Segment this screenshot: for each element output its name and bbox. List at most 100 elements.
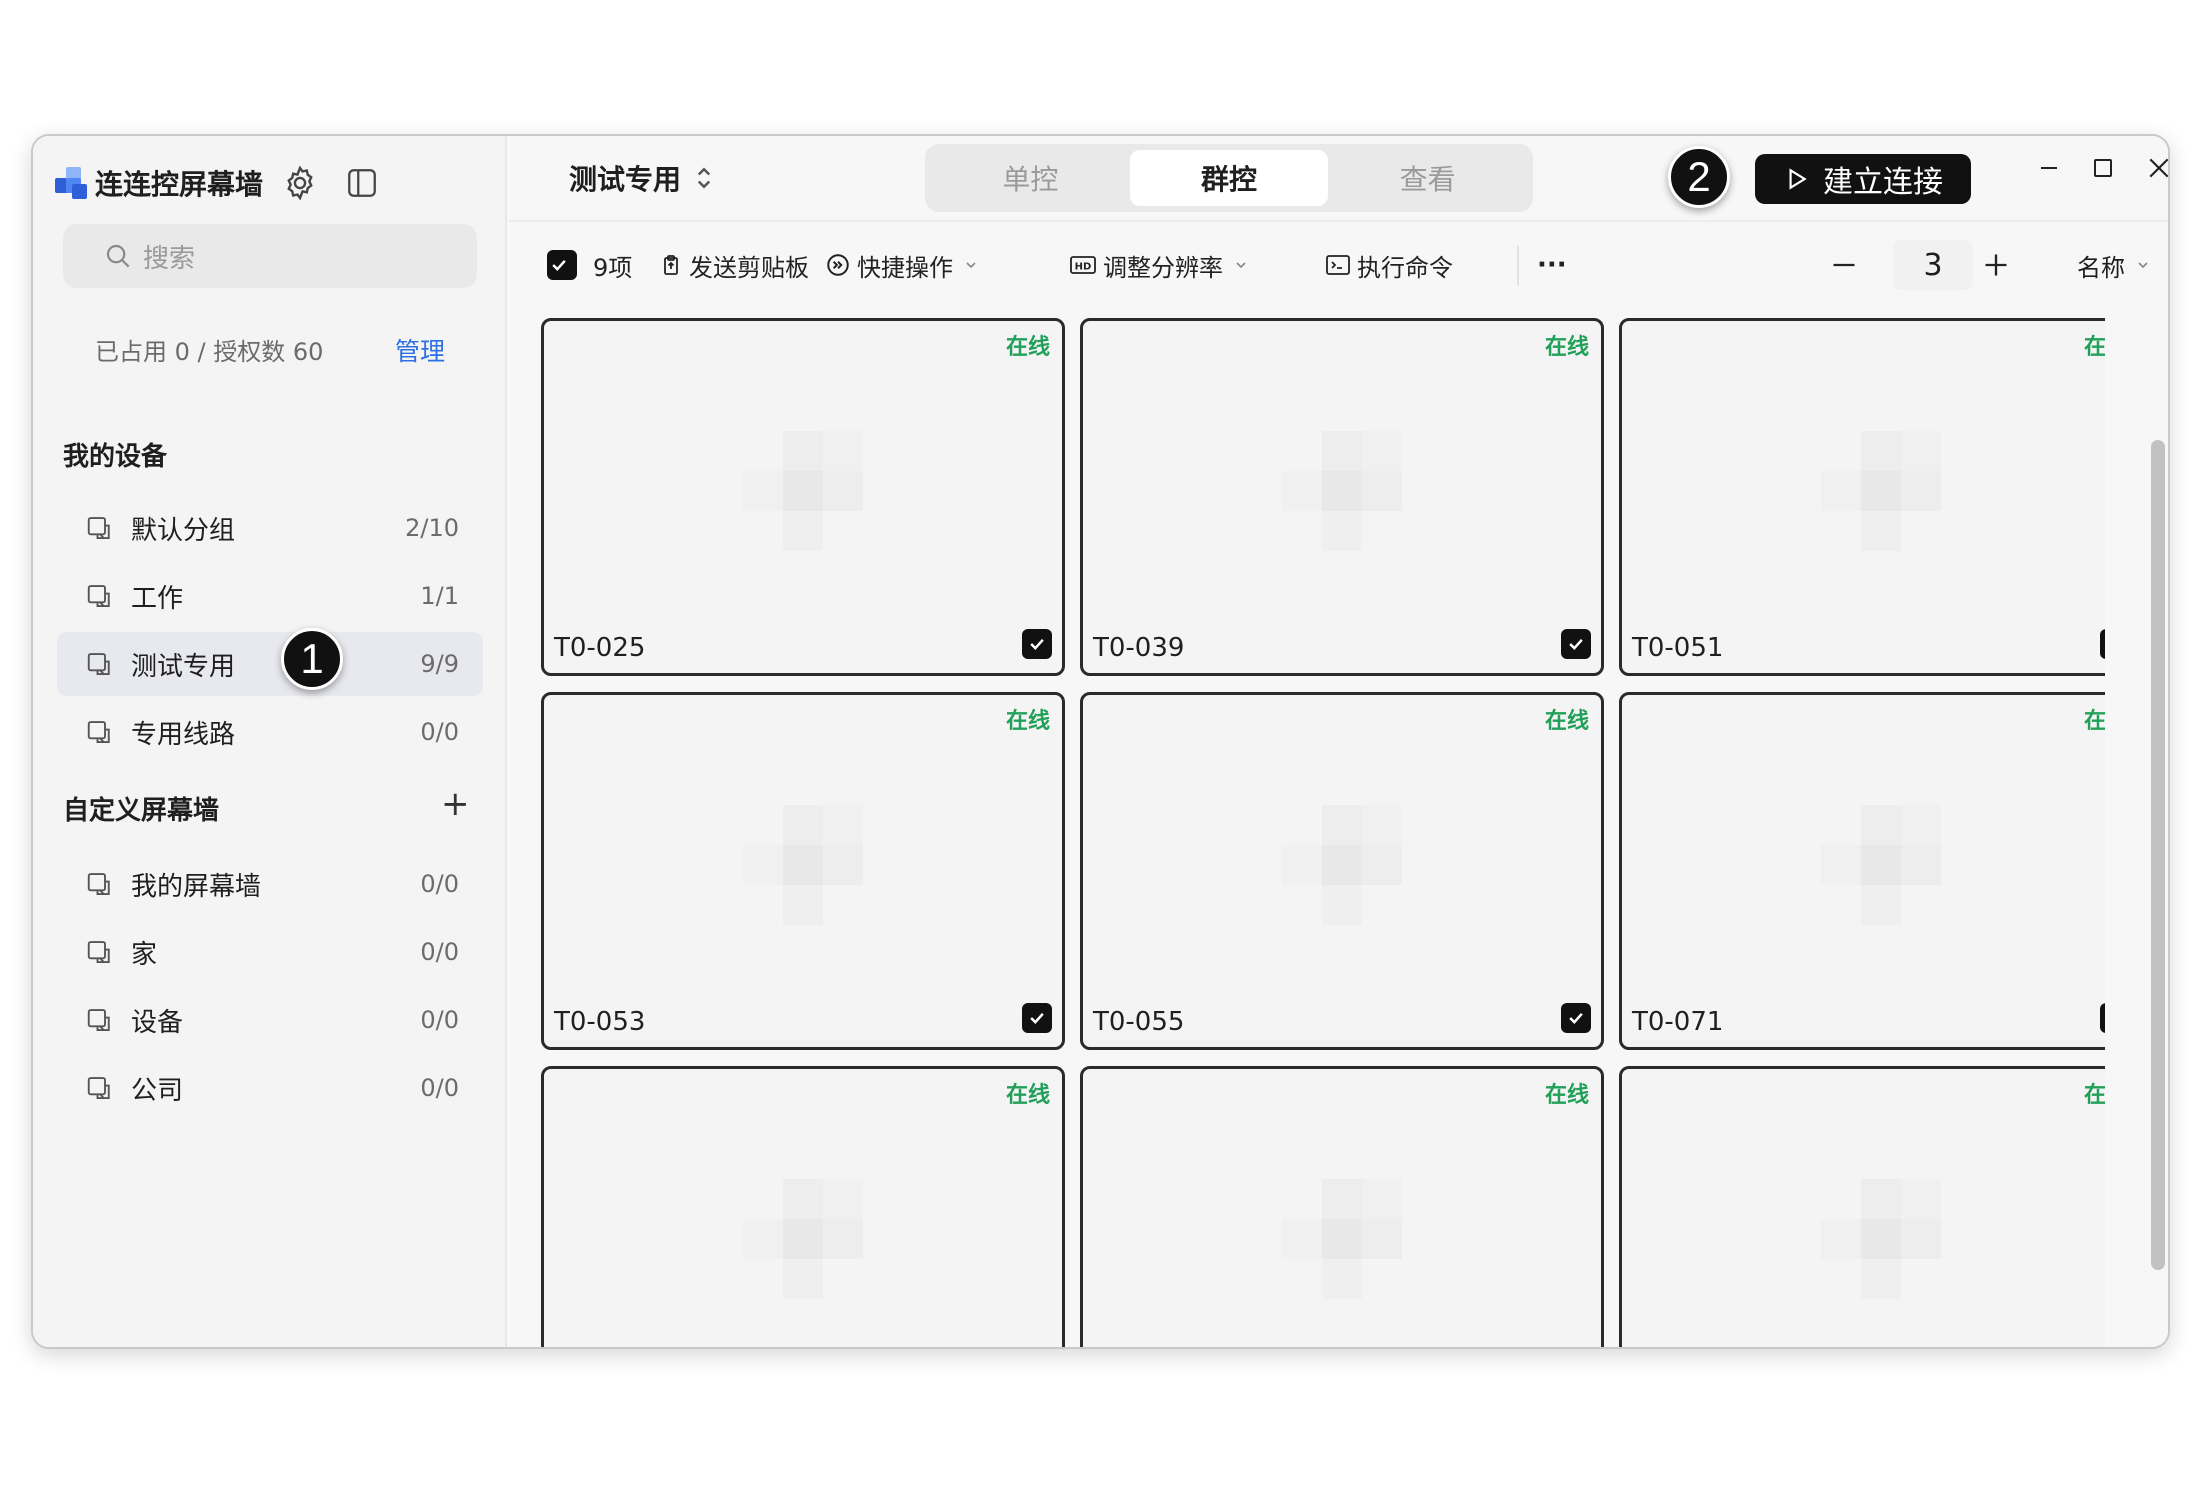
device-checkbox[interactable] bbox=[1022, 1003, 1052, 1033]
device-card[interactable]: 在线 bbox=[1080, 1066, 1604, 1347]
selected-count: 9项 bbox=[593, 253, 633, 282]
device-checkbox[interactable] bbox=[1561, 1003, 1591, 1033]
device-name: T0-025 bbox=[554, 633, 646, 663]
toolbar: 9项 发送剪贴板 快捷操作 HD 调整分辨率 执行命令 ··· 3 名称 bbox=[509, 220, 2168, 306]
grid-scrollbar[interactable] bbox=[2148, 306, 2168, 1347]
wall-item-home[interactable]: 家 0/0 bbox=[57, 920, 483, 984]
wall-item-company[interactable]: 公司 0/0 bbox=[57, 1056, 483, 1120]
group-count: 1/1 bbox=[420, 582, 459, 610]
sidebar: 连连控屏幕墙 搜索 已占用 0 / 授权数 60 管理 我的设备 默认分组 2/… bbox=[33, 136, 507, 1347]
more-actions-button[interactable]: ··· bbox=[1537, 242, 1567, 288]
status-badge: 在线 bbox=[1005, 335, 1050, 360]
device-checkbox[interactable] bbox=[1561, 629, 1591, 659]
group-item-work[interactable]: 工作 1/1 bbox=[57, 564, 483, 628]
adjust-resolution-dropdown[interactable]: HD 调整分辨率 bbox=[1069, 242, 1255, 288]
group-count: 0/0 bbox=[420, 718, 459, 746]
device-name: T0-071 bbox=[1632, 1007, 1724, 1037]
device-card[interactable]: 在线 T0-039 bbox=[1080, 318, 1604, 676]
callout-badge-1: 1 bbox=[281, 628, 343, 690]
maximize-icon[interactable] bbox=[2081, 146, 2125, 190]
tab-single-control[interactable]: 单控 bbox=[931, 150, 1130, 206]
screen-placeholder-icon bbox=[1282, 1179, 1402, 1299]
hd-icon: HD bbox=[1070, 256, 1096, 274]
device-checkbox[interactable] bbox=[1022, 629, 1052, 659]
quick-actions-dropdown[interactable]: 快捷操作 bbox=[825, 242, 985, 288]
adjust-resolution-label: 调整分辨率 bbox=[1103, 253, 1223, 282]
group-item-default[interactable]: 默认分组 2/10 bbox=[57, 496, 483, 560]
screen-placeholder-icon bbox=[1821, 805, 1941, 925]
columns-increase-button[interactable] bbox=[1973, 242, 2019, 288]
wall-item-my-wall[interactable]: 我的屏幕墙 0/0 bbox=[57, 852, 483, 916]
device-name: T0-051 bbox=[1632, 633, 1724, 663]
wall-item-devices[interactable]: 设备 0/0 bbox=[57, 988, 483, 1052]
screen-placeholder-icon bbox=[1821, 1179, 1941, 1299]
add-wall-button[interactable]: + bbox=[441, 784, 470, 824]
device-name: T0-053 bbox=[554, 1007, 646, 1037]
scroll-thumb[interactable] bbox=[2151, 440, 2165, 1270]
connect-button[interactable]: 建立连接 bbox=[1755, 154, 1971, 204]
device-group-icon bbox=[87, 585, 110, 607]
custom-walls-title: 自定义屏幕墙 bbox=[63, 796, 220, 826]
manage-link[interactable]: 管理 bbox=[395, 332, 445, 368]
status-badge: 在线 bbox=[1005, 1083, 1050, 1108]
app-title: 连连控屏幕墙 bbox=[95, 168, 264, 201]
group-selector[interactable]: 测试专用 bbox=[569, 156, 715, 200]
group-item-dedicated-line[interactable]: 专用线路 0/0 bbox=[57, 700, 483, 764]
chevron-up-down-icon bbox=[697, 167, 711, 189]
send-clipboard-button[interactable]: 发送剪贴板 bbox=[659, 242, 809, 288]
toolbar-divider bbox=[1517, 246, 1519, 286]
my-devices-title: 我的设备 bbox=[63, 442, 168, 472]
device-group-icon bbox=[87, 873, 110, 895]
wall-count: 0/0 bbox=[420, 938, 459, 966]
wall-label: 我的屏幕墙 bbox=[131, 871, 262, 902]
status-badge: 在线 bbox=[1544, 1083, 1589, 1108]
columns-decrease-button[interactable] bbox=[1821, 242, 1867, 288]
callout-badge-2: 2 bbox=[1668, 146, 1730, 208]
quick-actions-label: 快捷操作 bbox=[857, 253, 953, 282]
status-badge: 在线 bbox=[1544, 709, 1589, 734]
sidebar-toggle-icon[interactable] bbox=[339, 160, 385, 206]
select-all-checkbox[interactable]: 9项 bbox=[547, 242, 632, 288]
chevron-down-icon bbox=[1236, 262, 1246, 269]
status-badge: 在线 bbox=[2083, 335, 2105, 360]
terminal-icon bbox=[1326, 255, 1350, 275]
device-card[interactable]: 在线 T0-051 bbox=[1619, 318, 2105, 676]
minimize-icon[interactable] bbox=[2027, 146, 2071, 190]
device-name: T0-055 bbox=[1093, 1007, 1185, 1037]
device-card[interactable]: 在线 T0-055 bbox=[1080, 692, 1604, 1050]
device-card[interactable]: 在线 bbox=[541, 1066, 1065, 1347]
screen-placeholder-icon bbox=[1282, 431, 1402, 551]
checkbox-checked-icon bbox=[547, 250, 577, 280]
search-placeholder: 搜索 bbox=[143, 243, 196, 274]
sort-dropdown[interactable]: 名称 bbox=[2077, 242, 2151, 288]
screen-placeholder-icon bbox=[743, 805, 863, 925]
app-window: 连连控屏幕墙 搜索 已占用 0 / 授权数 60 管理 我的设备 默认分组 2/… bbox=[31, 134, 2170, 1349]
wall-label: 家 bbox=[131, 939, 158, 970]
wall-count: 0/0 bbox=[420, 1074, 459, 1102]
group-label: 默认分组 bbox=[131, 515, 236, 546]
title-bar: 测试专用 单控 群控 查看 建立连接 2 bbox=[509, 136, 2168, 220]
device-card[interactable]: 在线 bbox=[1619, 1066, 2105, 1347]
settings-gear-icon[interactable] bbox=[277, 160, 323, 206]
group-label: 专用线路 bbox=[131, 719, 236, 750]
device-card[interactable]: 在线 T0-053 bbox=[541, 692, 1065, 1050]
status-badge: 在线 bbox=[2083, 709, 2105, 734]
tab-group-control[interactable]: 群控 bbox=[1129, 150, 1329, 206]
columns-value[interactable]: 3 bbox=[1893, 240, 1973, 290]
connect-label: 建立连接 bbox=[1823, 165, 1943, 200]
group-count: 2/10 bbox=[405, 514, 459, 542]
run-command-button[interactable]: 执行命令 bbox=[1325, 242, 1453, 288]
run-command-label: 执行命令 bbox=[1357, 253, 1453, 282]
close-icon[interactable] bbox=[2137, 146, 2168, 190]
screen-placeholder-icon bbox=[1282, 805, 1402, 925]
device-card[interactable]: 在线 T0-071 bbox=[1619, 692, 2105, 1050]
brand: 连连控屏幕墙 bbox=[55, 156, 263, 210]
tab-view[interactable]: 查看 bbox=[1328, 150, 1527, 206]
screen-placeholder-icon bbox=[743, 1179, 863, 1299]
current-group-name: 测试专用 bbox=[569, 163, 682, 196]
device-checkbox[interactable] bbox=[2100, 1003, 2105, 1033]
group-item-test[interactable]: 测试专用 9/9 bbox=[57, 632, 483, 696]
search-input[interactable]: 搜索 bbox=[63, 224, 477, 288]
device-card[interactable]: 在线 T0-025 bbox=[541, 318, 1065, 676]
device-checkbox[interactable] bbox=[2100, 629, 2105, 659]
